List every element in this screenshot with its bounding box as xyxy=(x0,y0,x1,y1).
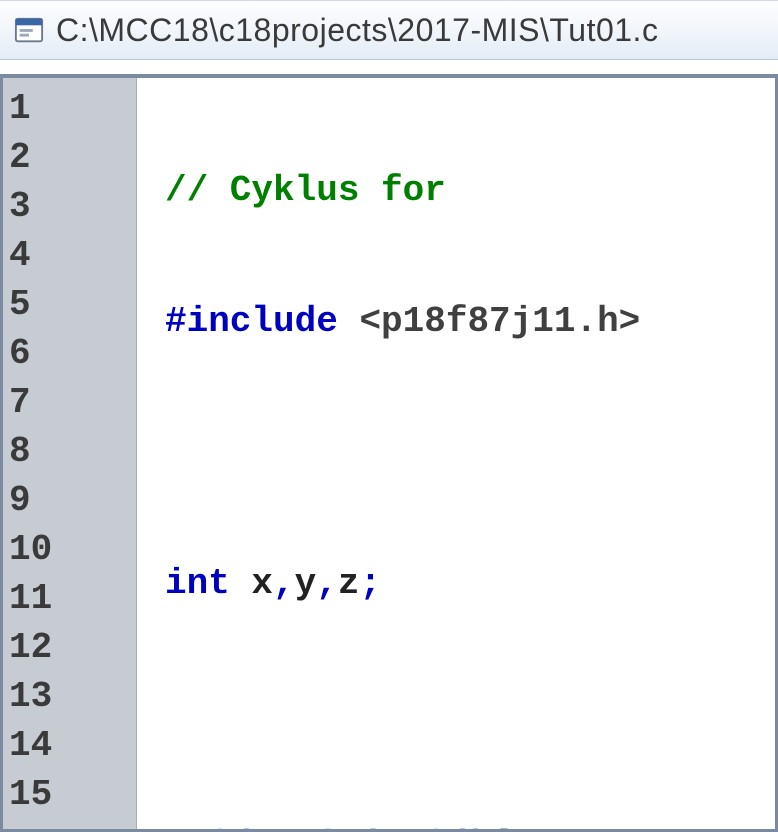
code-line[interactable]: // Cyklus for xyxy=(165,166,775,215)
code-token: z xyxy=(338,563,360,604)
editor-window: C:\MCC18\c18projects\2017-MIS\Tut01.c 1 … xyxy=(0,0,778,832)
code-line[interactable]: #include <p18f87j11.h> xyxy=(165,297,775,346)
line-number: 3 xyxy=(3,182,136,231)
code-token xyxy=(338,301,360,342)
code-token: #include xyxy=(165,301,338,342)
code-line[interactable] xyxy=(165,428,775,477)
line-number: 9 xyxy=(3,476,136,525)
line-number: 2 xyxy=(3,133,136,182)
code-token: ) xyxy=(467,825,489,832)
line-number: 8 xyxy=(3,427,136,476)
code-editor[interactable]: 1 2 3 4 5 6 7 8 9 10 11 12 13 14 15 // C… xyxy=(0,74,778,832)
code-token: { xyxy=(489,825,511,832)
code-token xyxy=(230,563,252,604)
line-number: 14 xyxy=(3,721,136,770)
line-number: 1 xyxy=(3,84,136,133)
code-token: int xyxy=(165,563,230,604)
line-number: 7 xyxy=(3,378,136,427)
document-window-icon xyxy=(14,15,44,45)
code-line[interactable]: void main(void){ xyxy=(165,821,775,832)
code-token: void xyxy=(381,825,467,832)
code-line[interactable] xyxy=(165,690,775,739)
code-token: <p18f87j11.h> xyxy=(359,301,640,342)
line-number-gutter: 1 2 3 4 5 6 7 8 9 10 11 12 13 14 15 xyxy=(3,78,137,829)
line-number: 13 xyxy=(3,672,136,721)
line-number: 10 xyxy=(3,525,136,574)
code-line[interactable]: int x,y,z; xyxy=(165,559,775,608)
line-number: 11 xyxy=(3,574,136,623)
line-number: 6 xyxy=(3,329,136,378)
code-text-area[interactable]: // Cyklus for #include <p18f87j11.h> int… xyxy=(137,78,775,829)
line-number: 12 xyxy=(3,623,136,672)
line-number: 5 xyxy=(3,280,136,329)
code-token: ; xyxy=(359,563,381,604)
code-token: ( xyxy=(359,825,381,832)
code-token: // Cyklus for xyxy=(165,170,446,211)
code-token: y xyxy=(295,563,317,604)
line-number: 4 xyxy=(3,231,136,280)
code-token: void xyxy=(165,825,251,832)
line-number: 15 xyxy=(3,770,136,819)
window-title: C:\MCC18\c18projects\2017-MIS\Tut01.c xyxy=(56,12,658,49)
code-token: x xyxy=(251,563,273,604)
code-token: , xyxy=(316,563,338,604)
code-token: main xyxy=(273,825,359,832)
code-token: , xyxy=(273,563,295,604)
title-bar[interactable]: C:\MCC18\c18projects\2017-MIS\Tut01.c xyxy=(0,0,778,60)
code-token xyxy=(251,825,273,832)
